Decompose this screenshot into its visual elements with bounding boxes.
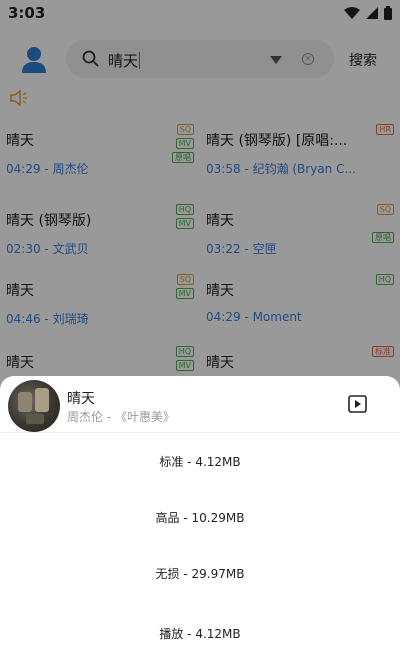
sheet-divider	[0, 432, 400, 433]
quality-badge: 标准	[372, 346, 394, 357]
option-play[interactable]: 播放 - 4.12MB	[0, 614, 400, 654]
option-high-quality[interactable]: 高品 - 10.29MB	[0, 498, 400, 538]
quality-badge: HR	[376, 124, 394, 135]
mv-badge: MV	[175, 138, 194, 149]
signal-icon	[366, 7, 378, 19]
song-item[interactable]: 晴天 03:22 - 空匣 SQ 原唱	[200, 198, 400, 272]
quality-badge: HQ	[375, 274, 394, 285]
mv-badge: MV	[175, 218, 194, 229]
volume-icon[interactable]	[10, 90, 28, 106]
song-item[interactable]: 晴天 (钢琴版) [原唱:... 03:58 - 纪钧瀚 (Bryan C...…	[200, 118, 400, 192]
wifi-icon	[344, 7, 360, 19]
quality-badge: HQ	[175, 346, 194, 357]
song-item[interactable]: 晴天 04:46 - 刘瑞琦 SQ MV	[0, 268, 200, 342]
quality-badge: SQ	[176, 124, 194, 135]
status-bar: 3:03	[0, 0, 400, 26]
search-icon	[82, 50, 99, 67]
battery-icon	[384, 6, 392, 20]
mv-badge: MV	[175, 360, 194, 371]
clear-icon[interactable]: ×	[302, 53, 314, 65]
search-input[interactable]: 晴天	[108, 50, 141, 71]
album-cover	[8, 380, 60, 432]
song-item[interactable]: 晴天 (钢琴版) 02:30 - 文武贝 HQ MV	[0, 198, 200, 272]
original-badge: 原唱	[372, 232, 394, 243]
download-sheet: 晴天 周杰伦 - 《叶惠美》 标准 - 4.12MB 高品 - 10.29MB …	[0, 376, 400, 666]
search-bar[interactable]: 晴天 ×	[66, 40, 334, 78]
sheet-song-subtitle: 周杰伦 - 《叶惠美》	[67, 410, 175, 424]
dropdown-icon[interactable]	[270, 56, 282, 64]
search-button[interactable]: 搜索	[349, 50, 377, 70]
song-item[interactable]: 晴天 04:29 - Moment HQ	[200, 268, 400, 342]
mv-play-icon[interactable]	[339, 393, 375, 417]
header: 晴天 × 搜索	[0, 34, 400, 84]
sheet-song-title: 晴天	[67, 391, 95, 407]
option-standard[interactable]: 标准 - 4.12MB	[0, 442, 400, 482]
mv-badge: MV	[175, 288, 194, 299]
option-lossless[interactable]: 无损 - 29.97MB	[0, 554, 400, 594]
avatar-icon[interactable]	[20, 45, 48, 73]
song-item[interactable]: 晴天 04:29 - 周杰伦 SQ MV 原唱	[0, 118, 200, 192]
quality-badge: HQ	[175, 204, 194, 215]
status-time: 3:03	[8, 4, 46, 22]
song-list: 晴天 04:29 - 周杰伦 SQ MV 原唱 晴天 (钢琴版) [原唱:...…	[0, 118, 400, 378]
quality-badge: SQ	[176, 274, 194, 285]
quality-badge: SQ	[376, 204, 394, 215]
original-badge: 原唱	[172, 152, 194, 163]
